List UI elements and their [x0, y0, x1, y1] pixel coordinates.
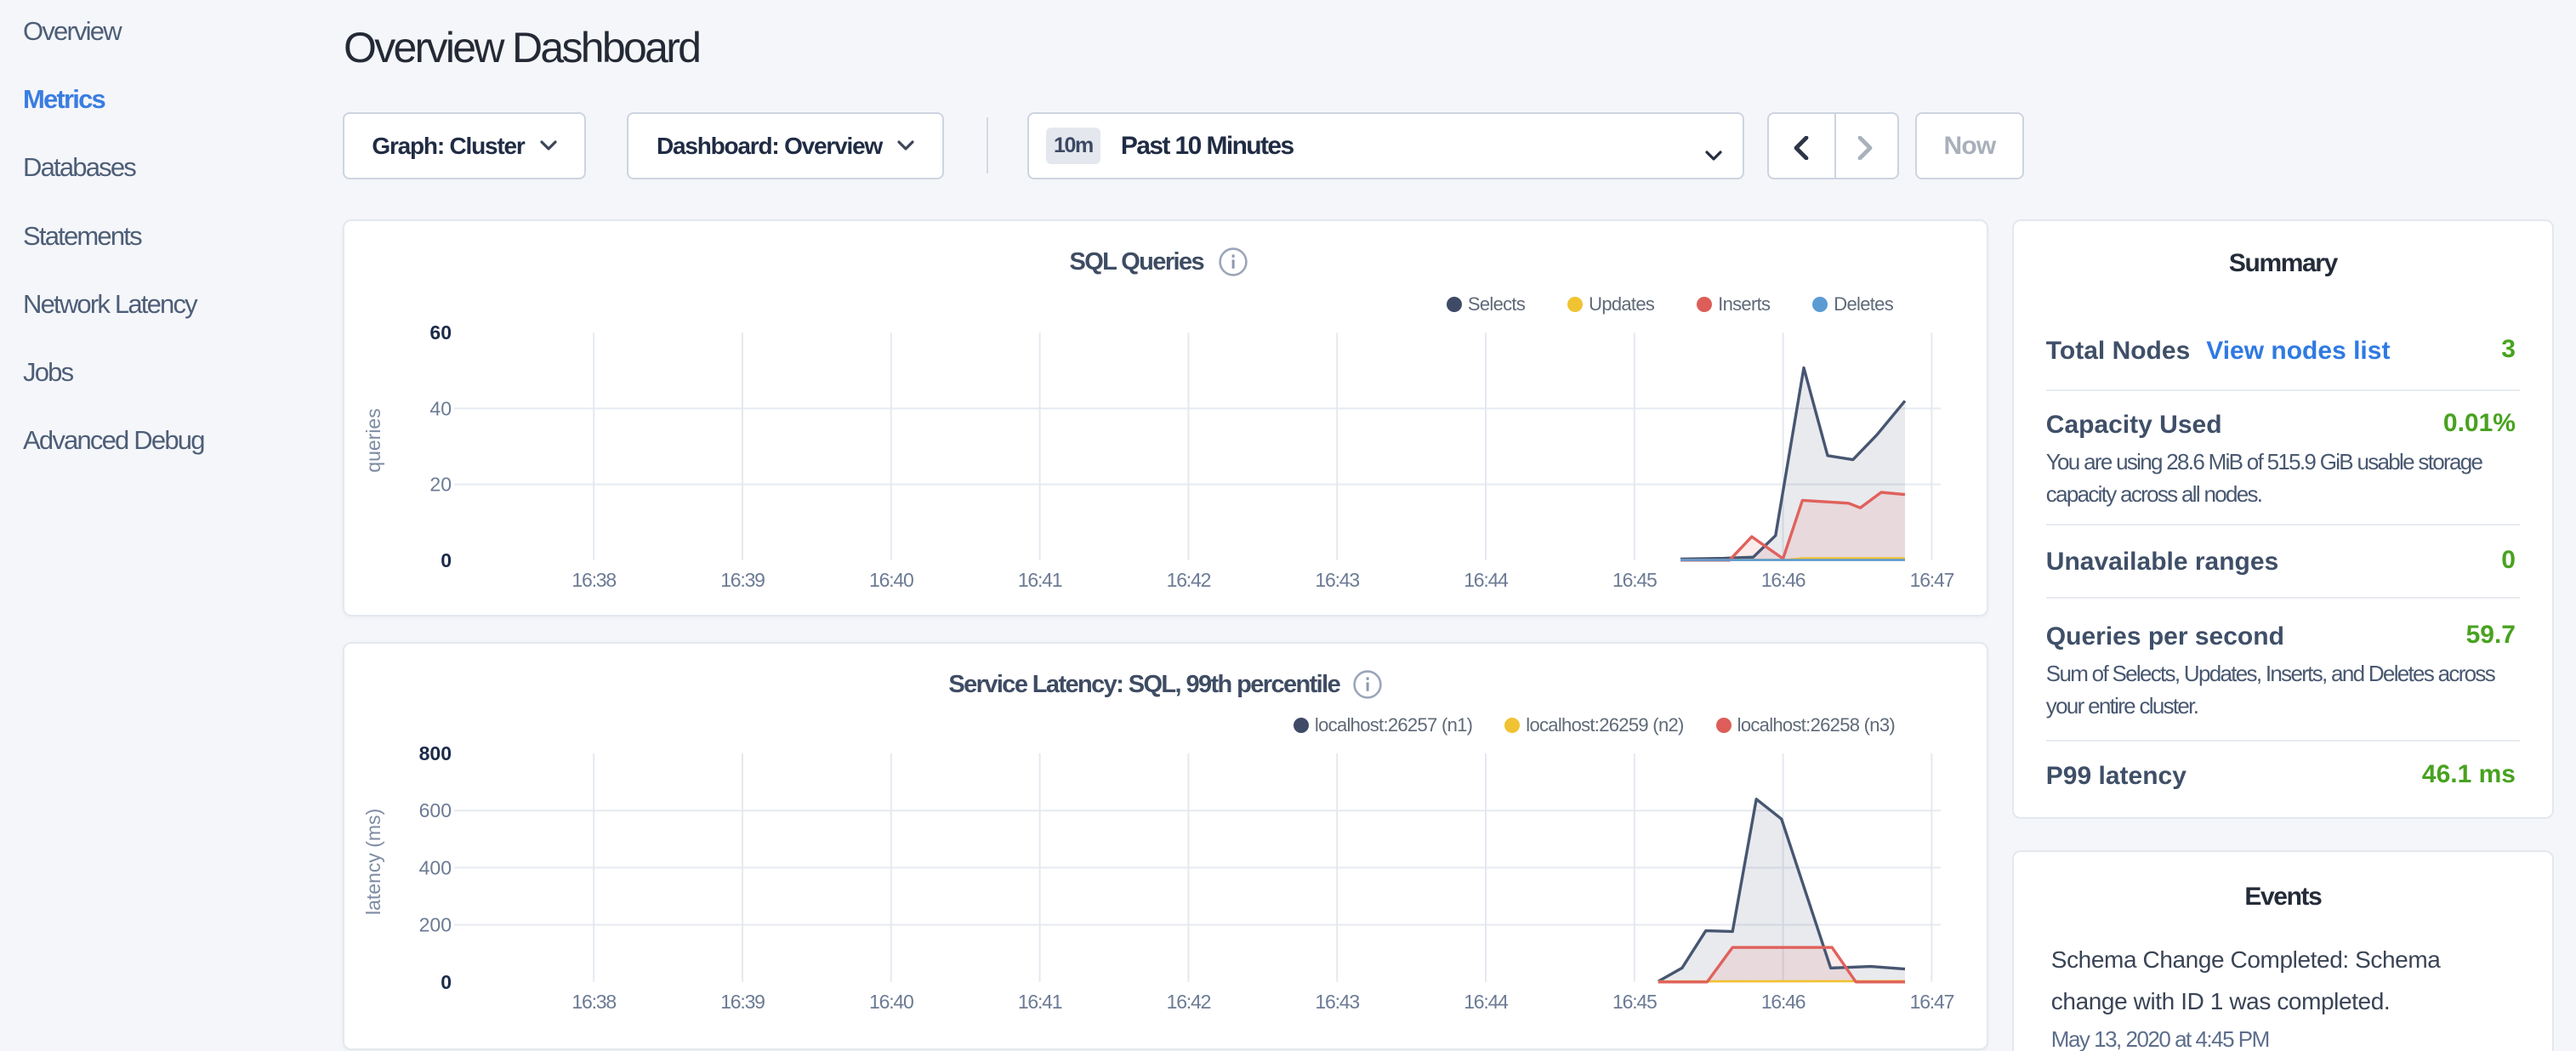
svg-text:16:47: 16:47 [1910, 991, 1954, 1013]
svg-text:16:46: 16:46 [1761, 991, 1805, 1013]
svg-text:16:44: 16:44 [1464, 569, 1509, 591]
svg-text:queries: queries [362, 408, 384, 472]
svg-text:600: 600 [419, 799, 452, 821]
svg-text:16:42: 16:42 [1167, 569, 1211, 591]
svg-text:16:43: 16:43 [1315, 569, 1359, 591]
svg-text:16:41: 16:41 [1018, 569, 1062, 591]
svg-text:16:45: 16:45 [1612, 991, 1657, 1013]
svg-text:16:44: 16:44 [1464, 991, 1509, 1013]
svg-text:16:38: 16:38 [571, 569, 616, 591]
svg-text:0: 0 [441, 549, 452, 571]
svg-text:16:41: 16:41 [1018, 991, 1062, 1013]
svg-text:16:46: 16:46 [1761, 569, 1805, 591]
svg-text:latency (ms): latency (ms) [362, 809, 384, 915]
svg-text:16:45: 16:45 [1612, 569, 1657, 591]
svg-text:20: 20 [429, 474, 452, 496]
svg-text:200: 200 [419, 914, 452, 936]
svg-text:16:39: 16:39 [720, 991, 765, 1013]
svg-text:60: 60 [429, 321, 452, 344]
svg-text:16:39: 16:39 [720, 569, 765, 591]
svg-text:16:40: 16:40 [869, 991, 913, 1013]
svg-text:0: 0 [441, 971, 452, 993]
svg-text:40: 40 [429, 397, 452, 419]
svg-text:400: 400 [419, 856, 452, 878]
svg-text:16:47: 16:47 [1910, 569, 1954, 591]
svg-text:800: 800 [419, 742, 452, 764]
svg-text:16:42: 16:42 [1167, 991, 1211, 1013]
svg-text:16:38: 16:38 [571, 991, 616, 1013]
svg-text:16:43: 16:43 [1315, 991, 1359, 1013]
svg-text:16:40: 16:40 [869, 569, 913, 591]
